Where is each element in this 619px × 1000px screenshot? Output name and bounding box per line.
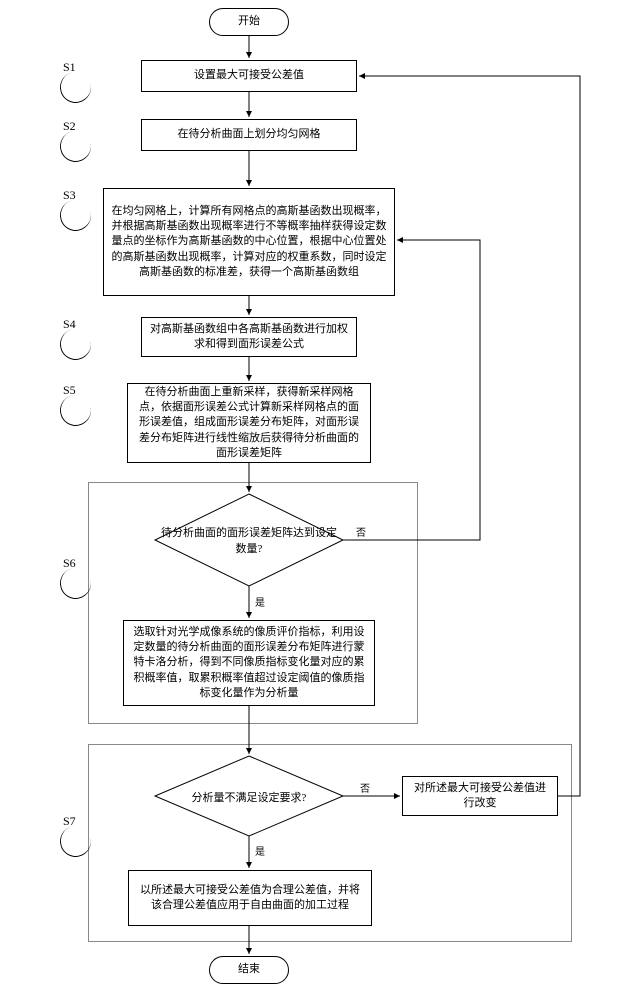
step-s7-side: 对所述最大可接受公差值进行改变 — [402, 776, 558, 816]
step-s6-decision-text: 待分析曲面的面形误差矩阵达到设定数量? — [159, 524, 339, 556]
step-s6-process: 选取针对光学成像系统的像质评价指标，利用设定数量的待分析曲面的面形误差分布矩阵进… — [123, 620, 375, 706]
s7-yes-label: 是 — [255, 843, 265, 858]
step-s7-decision-text: 分析量不满足设定要求? — [192, 789, 307, 805]
start-label: 开始 — [238, 14, 260, 29]
step-s2-box: 在待分析曲面上划分均匀网格 — [141, 119, 357, 151]
step-s7-process-text: 以所述最大可接受公差值为合理公差值，并将该合理公差值应用于自由曲面的加工过程 — [135, 883, 365, 914]
step-s3-text: 在均匀网格上，计算所有网格点的高斯基函数出现概率，并根据高斯基函数出现概率进行不… — [110, 204, 388, 281]
step-s4-text: 对高斯基函数组中各高斯基函数进行加权求和得到面形误差公式 — [148, 322, 350, 353]
step-s4-box: 对高斯基函数组中各高斯基函数进行加权求和得到面形误差公式 — [141, 317, 357, 357]
step-s7-side-text: 对所述最大可接受公差值进行改变 — [409, 781, 551, 812]
end-label: 结束 — [238, 962, 260, 977]
step-s7-process: 以所述最大可接受公差值为合理公差值，并将该合理公差值应用于自由曲面的加工过程 — [128, 870, 372, 926]
s7-no-label: 否 — [360, 780, 370, 795]
step-s6-process-text: 选取针对光学成像系统的像质评价指标，利用设定数量的待分析曲面的面形误差分布矩阵进… — [130, 625, 368, 702]
step-s2-text: 在待分析曲面上划分均匀网格 — [178, 127, 321, 142]
step-s3-box: 在均匀网格上，计算所有网格点的高斯基函数出现概率，并根据高斯基函数出现概率进行不… — [103, 188, 395, 296]
step-s5-text: 在待分析曲面上重新采样，获得新采样网格点，依据面形误差公式计算新采样网格点的面形… — [134, 385, 364, 462]
s6-yes-label: 是 — [255, 594, 265, 609]
step-s1-box: 设置最大可接受公差值 — [141, 60, 357, 92]
step-s6-decision: 待分析曲面的面形误差矩阵达到设定数量? — [159, 505, 339, 575]
start-node: 开始 — [209, 8, 289, 36]
s6-no-label: 否 — [356, 524, 366, 539]
step-s1-text: 设置最大可接受公差值 — [194, 68, 304, 83]
step-s7-decision: 分析量不满足设定要求? — [159, 762, 339, 832]
step-s5-box: 在待分析曲面上重新采样，获得新采样网格点，依据面形误差公式计算新采样网格点的面形… — [127, 383, 371, 463]
end-node: 结束 — [209, 956, 289, 984]
